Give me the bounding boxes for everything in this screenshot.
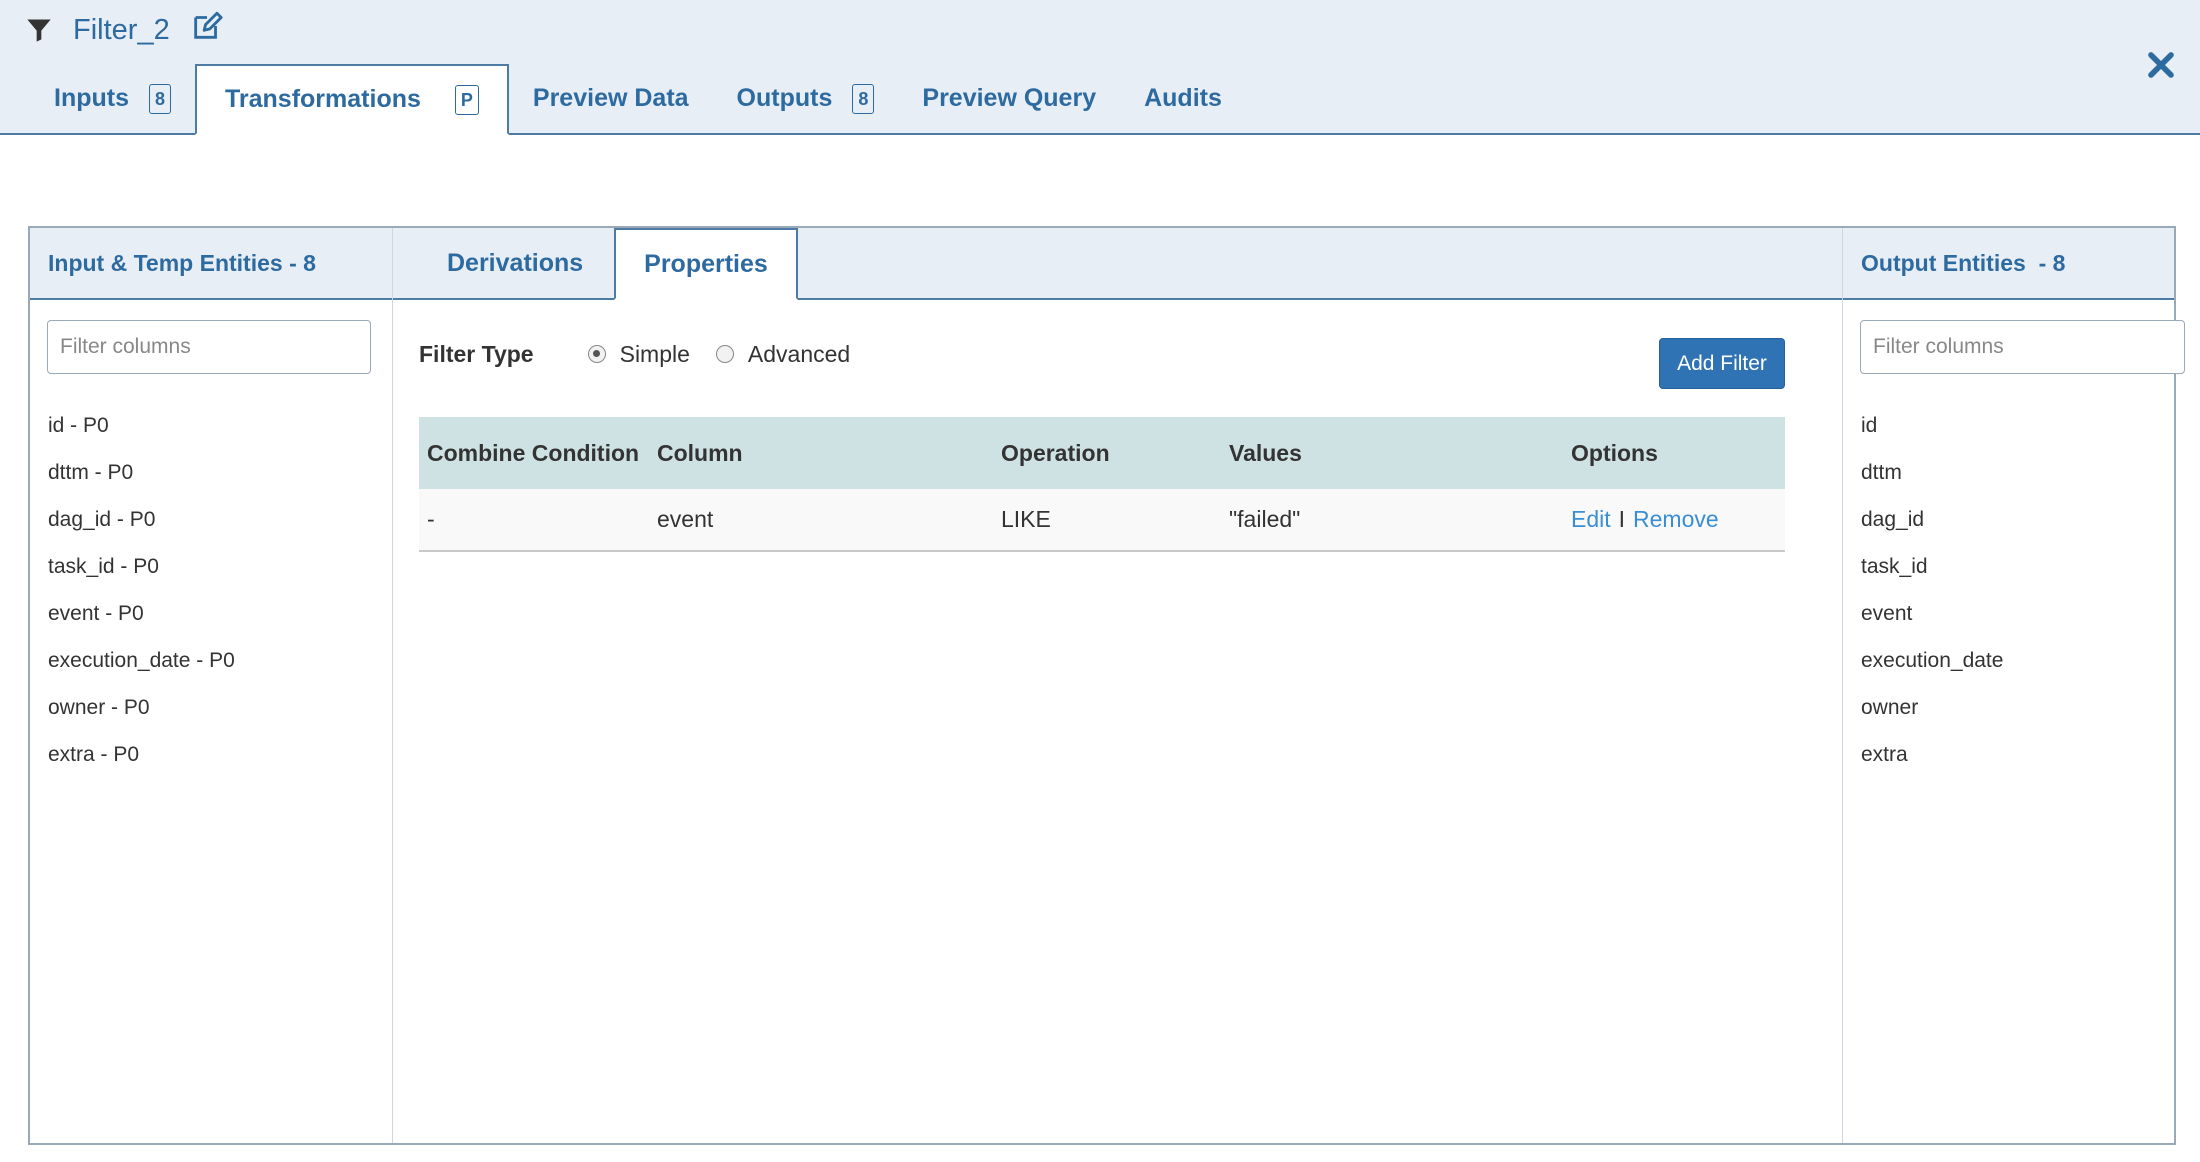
tab-derivations[interactable]: Derivations [447,228,583,298]
radio-advanced[interactable]: Advanced [715,340,851,368]
values-cell: "failed" [1229,506,1301,532]
list-item[interactable]: dttm [1861,458,2003,505]
list-item[interactable]: event [1861,599,2003,646]
count-badge: 8 [149,83,172,114]
filter-type-row: Filter Type Simple Advanced [419,336,876,372]
page-title: Filter_2 [73,13,170,46]
tab-label: Transformations [225,85,421,113]
column-header: Operation [1001,439,1110,466]
column-header: Combine Condition [427,439,640,466]
tab-label: Audits [1144,84,1222,112]
main-tabs: Inputs 8 Transformations P Preview Data … [30,64,1246,135]
list-item[interactable]: task_id - P0 [48,552,235,599]
list-item[interactable]: execution_date [1861,646,2003,693]
input-entities-heading: Input & Temp Entities - 8 [30,228,392,300]
list-item[interactable]: owner [1861,693,2003,740]
tab-inputs[interactable]: Inputs 8 [30,64,195,133]
options-cell: Edit I Remove [1563,489,1785,551]
output-entities-heading: Output Entities - 8 [1843,228,2174,300]
output-filter-columns-input[interactable] [1860,320,2185,374]
list-item[interactable]: dag_id - P0 [48,505,235,552]
edit-link[interactable]: Edit [1571,506,1611,532]
column-header: Values [1229,439,1302,466]
list-item[interactable]: extra [1861,740,2003,787]
filter-table: Combine Condition Column Operation Value… [419,417,1785,552]
tab-properties[interactable]: Properties [614,228,798,300]
status-badge: P [454,84,479,115]
close-icon[interactable] [2146,50,2176,80]
table-header-row: Combine Condition Column Operation Value… [419,417,1785,489]
count-badge: 8 [852,83,875,114]
tab-label: Preview Query [922,84,1097,112]
top-bar: Filter_2 Inputs 8 Transformations P Prev… [0,0,2200,135]
input-columns-list: id - P0 dttm - P0 dag_id - P0 task_id - … [48,411,235,787]
input-entities-column: Input & Temp Entities - 8 id - P0 dttm -… [30,228,393,1143]
add-filter-button[interactable]: Add Filter [1659,338,1785,389]
title-row: Filter_2 [25,10,224,50]
tab-label: Outputs [736,84,833,112]
filter-type-label: Filter Type [419,340,534,367]
list-item[interactable]: dag_id [1861,505,2003,552]
list-item[interactable]: dttm - P0 [48,458,235,505]
transformations-panel: Input & Temp Entities - 8 id - P0 dttm -… [28,226,2185,1145]
list-item[interactable]: id - P0 [48,411,235,458]
remove-link[interactable]: Remove [1633,506,1719,532]
input-filter-columns-input[interactable] [47,320,371,374]
list-item[interactable]: extra - P0 [48,740,235,787]
tab-transformations[interactable]: Transformations P [195,64,509,135]
list-item[interactable]: owner - P0 [48,693,235,740]
options-separator: I [1618,506,1626,532]
tab-preview-data[interactable]: Preview Data [509,64,713,133]
list-item[interactable]: id [1861,411,2003,458]
list-item[interactable]: event - P0 [48,599,235,646]
list-item[interactable]: task_id [1861,552,2003,599]
tab-label: Inputs [54,84,129,112]
combine-cell: - [427,506,435,532]
tab-preview-query[interactable]: Preview Query [898,64,1120,133]
edit-icon[interactable] [190,9,224,43]
radio-label: Simple [619,340,690,367]
radio-label: Advanced [747,340,851,367]
table-row: - event LIKE "failed" Edit I Remove [419,489,1785,551]
column-header: Column [657,439,743,466]
radio-simple[interactable]: Simple [587,340,690,368]
operation-cell: LIKE [1001,506,1051,532]
output-entities-column: Output Entities - 8 id dttm dag_id task_… [1843,228,2185,1143]
properties-column: Derivations Properties Filter Type Simpl… [393,228,1843,1143]
tab-audits[interactable]: Audits [1120,64,1246,133]
column-cell: event [657,506,714,532]
radio-button-checked[interactable] [587,345,606,363]
sub-tabs: Derivations Properties [393,228,1842,300]
radio-button[interactable] [715,345,734,363]
tab-label: Preview Data [532,84,689,112]
filter-icon [27,19,51,42]
tab-outputs[interactable]: Outputs 8 [713,64,899,133]
output-columns-list: id dttm dag_id task_id event execution_d… [1861,411,2003,787]
list-item[interactable]: execution_date - P0 [48,646,235,693]
column-header: Options [1571,439,1658,466]
